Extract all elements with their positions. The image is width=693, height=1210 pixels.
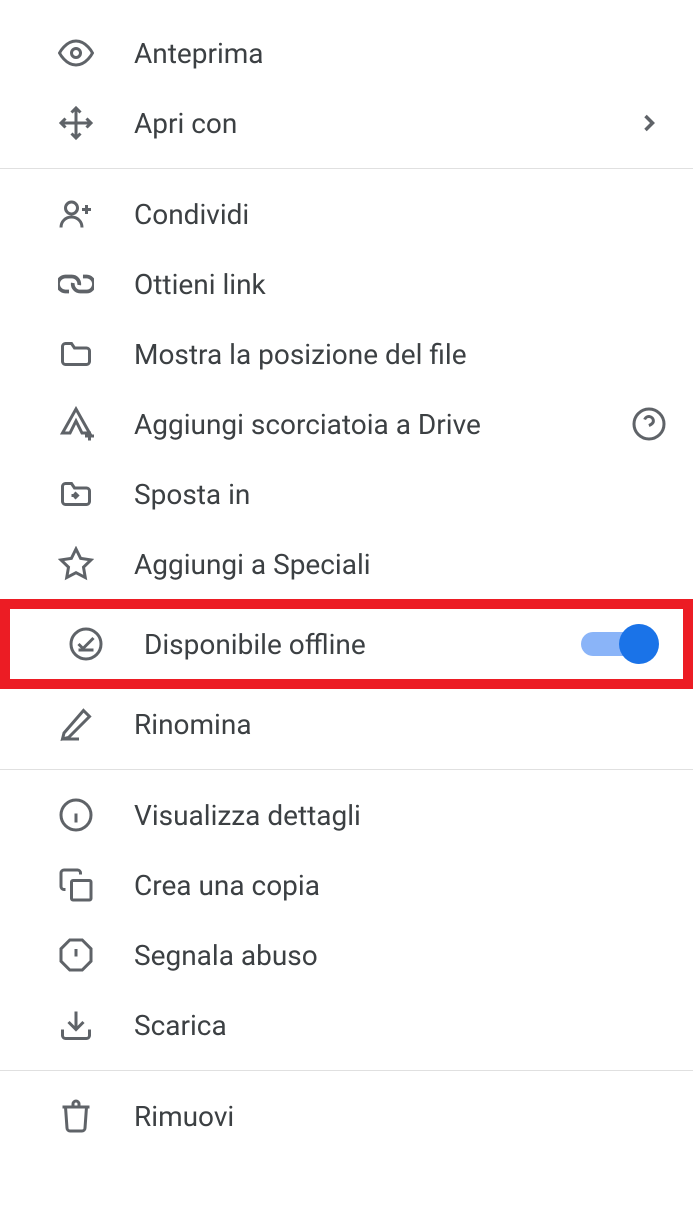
menu-item-rename[interactable]: Rinomina	[0, 689, 693, 759]
pencil-icon	[56, 704, 96, 744]
menu-item-label: Apri con	[134, 107, 629, 140]
menu-item-download[interactable]: Scarica	[0, 990, 693, 1060]
menu-item-label: Rinomina	[134, 708, 669, 741]
context-menu: Anteprima Apri con	[0, 0, 693, 1169]
menu-item-share[interactable]: Condividi	[0, 179, 693, 249]
menu-item-label: Mostra la posizione del file	[134, 338, 669, 371]
menu-item-open-with[interactable]: Apri con	[0, 88, 693, 158]
menu-item-add-star[interactable]: Aggiungi a Speciali	[0, 529, 693, 599]
link-icon	[56, 264, 96, 304]
star-icon	[56, 544, 96, 584]
menu-item-label: Scarica	[134, 1009, 669, 1042]
menu-item-label: Rimuovi	[134, 1100, 669, 1133]
copy-icon	[56, 865, 96, 905]
menu-item-remove[interactable]: Rimuovi	[0, 1081, 693, 1151]
help-icon[interactable]	[629, 404, 669, 444]
menu-item-show-location[interactable]: Mostra la posizione del file	[0, 319, 693, 389]
menu-item-label: Sposta in	[134, 478, 669, 511]
offline-toggle[interactable]	[581, 622, 659, 666]
trash-icon	[56, 1096, 96, 1136]
folder-move-icon	[56, 474, 96, 514]
drive-shortcut-icon	[56, 404, 96, 444]
folder-icon	[56, 334, 96, 374]
menu-item-make-copy[interactable]: Crea una copia	[0, 850, 693, 920]
menu-item-label: Condividi	[134, 198, 669, 231]
chevron-right-icon	[629, 103, 669, 143]
divider	[0, 168, 693, 169]
menu-item-label: Ottieni link	[134, 268, 669, 301]
menu-item-label: Aggiungi a Speciali	[134, 548, 669, 581]
menu-item-view-details[interactable]: Visualizza dettagli	[0, 780, 693, 850]
menu-item-add-shortcut[interactable]: Aggiungi scorciatoia a Drive	[0, 389, 693, 459]
arrows-move-icon	[56, 103, 96, 143]
offline-check-icon	[66, 624, 106, 664]
eye-icon	[56, 33, 96, 73]
divider	[0, 1070, 693, 1071]
menu-item-available-offline[interactable]: Disponibile offline	[10, 609, 683, 679]
alert-octagon-icon	[56, 935, 96, 975]
menu-item-label: Crea una copia	[134, 869, 669, 902]
menu-item-report-abuse[interactable]: Segnala abuso	[0, 920, 693, 990]
menu-item-label: Anteprima	[134, 37, 669, 70]
menu-item-label: Aggiungi scorciatoia a Drive	[134, 408, 629, 441]
menu-item-label: Visualizza dettagli	[134, 799, 669, 832]
highlight-annotation: Disponibile offline	[0, 599, 693, 689]
info-icon	[56, 795, 96, 835]
menu-item-get-link[interactable]: Ottieni link	[0, 249, 693, 319]
toggle-thumb	[619, 624, 659, 664]
menu-item-preview[interactable]: Anteprima	[0, 18, 693, 88]
person-add-icon	[56, 194, 96, 234]
menu-item-move-to[interactable]: Sposta in	[0, 459, 693, 529]
download-icon	[56, 1005, 96, 1045]
divider	[0, 769, 693, 770]
menu-item-label: Segnala abuso	[134, 939, 669, 972]
menu-item-label: Disponibile offline	[144, 628, 581, 661]
